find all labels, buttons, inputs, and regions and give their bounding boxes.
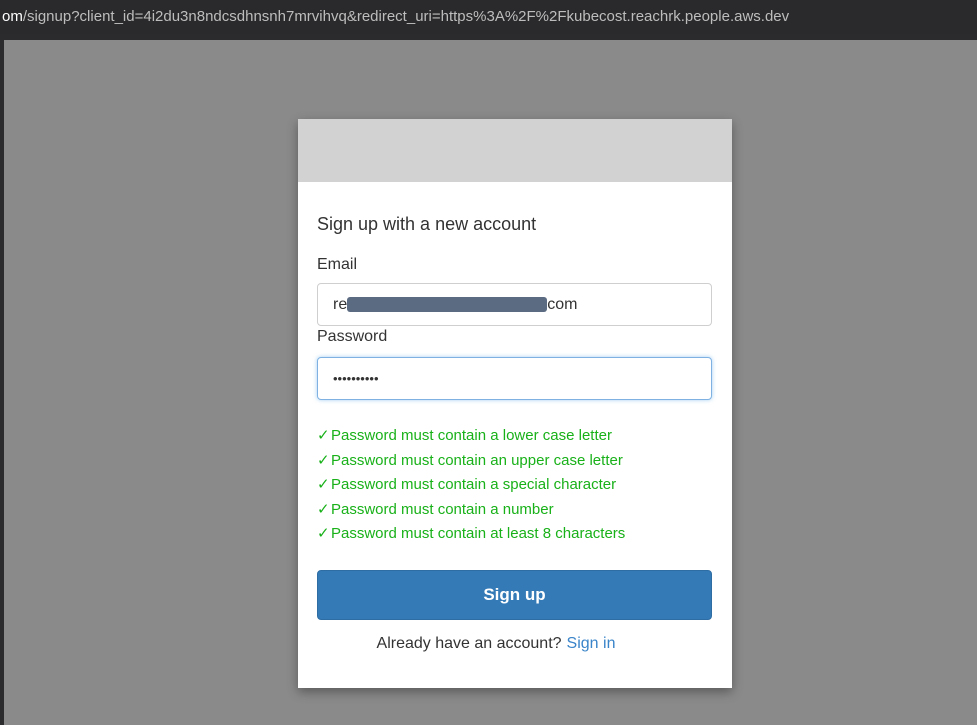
rule-text: Password must contain an upper case lett… [331,451,623,469]
check-icon: ✓ [317,525,330,543]
modal-header [298,119,732,182]
email-label: Email [317,256,358,273]
password-rule: ✓Password must contain a special charact… [317,473,625,498]
rule-text: Password must contain at least 8 charact… [331,525,626,543]
address-bar[interactable]: om/signup?client_id=4i2du3n8ndcsdhnsnh7m… [0,0,977,34]
password-rule: ✓Password must contain an upper case let… [317,449,625,474]
rule-text: Password must contain a number [331,500,554,518]
sign-up-button[interactable]: Sign up [317,570,712,620]
page-viewport: Sign up with a new account Email re com P… [4,40,977,725]
password-rule: ✓Password must contain a lower case lett… [317,424,625,449]
check-icon: ✓ [317,451,330,469]
password-field[interactable]: •••••••••• [317,357,712,400]
url-path: /signup?client_id=4i2du3n8ndcsdhnsnh7mrv… [22,8,790,25]
rule-text: Password must contain a lower case lette… [331,427,612,444]
url-host: om [2,8,23,25]
sign-in-link[interactable]: Sign in [567,635,616,652]
email-field[interactable]: re com [317,283,712,326]
check-icon: ✓ [317,476,330,494]
password-rules-list: ✓Password must contain a lower case lett… [317,424,625,547]
email-value-suffix: com [547,296,578,314]
check-icon: ✓ [317,500,330,518]
email-redaction [347,297,548,313]
password-rule: ✓Password must contain a number [317,498,625,523]
already-have-account-text: Already have an account? [376,635,562,652]
rule-text: Password must contain a special characte… [331,476,617,494]
password-label: Password [317,328,388,345]
page-title: Sign up with a new account [317,214,537,234]
check-icon: ✓ [317,427,330,444]
password-rule: ✓Password must contain at least 8 charac… [317,522,625,547]
sign-in-row: Already have an account? Sign in [279,635,713,653]
signup-modal: Sign up with a new account Email re com P… [298,119,732,688]
email-value-prefix: re [333,296,348,314]
